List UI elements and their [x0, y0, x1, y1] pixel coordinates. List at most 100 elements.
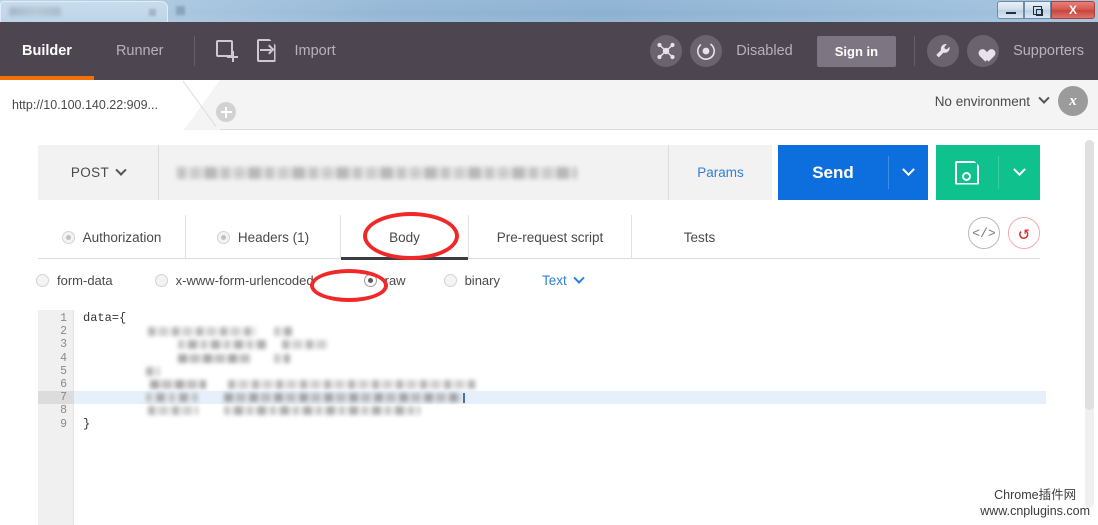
header-divider	[193, 36, 195, 66]
request-builder-pane: POST Params Send Authorization Headers (…	[0, 130, 1098, 525]
http-method-selector[interactable]: POST	[38, 145, 158, 200]
tab-headers[interactable]: Headers (1)	[186, 215, 341, 259]
import-icon	[256, 39, 277, 63]
chevron-down-icon	[573, 272, 585, 284]
background-tab-title-blurred	[9, 7, 61, 16]
environment-selector[interactable]: No environment	[935, 94, 1030, 109]
sync-status-button[interactable]	[690, 35, 723, 67]
line-text: data={	[83, 311, 127, 325]
vertical-scrollbar-track[interactable]	[1085, 140, 1094, 508]
import-label[interactable]: Import	[295, 43, 336, 59]
editor-line[interactable]: 2	[38, 325, 1046, 338]
app-header: Builder Runner Import Disabled Sign in S…	[0, 22, 1098, 80]
line-number: 4	[60, 351, 67, 365]
body-format-label: Text	[542, 273, 567, 288]
minimize-button[interactable]	[997, 1, 1024, 19]
line-text-blurred	[178, 353, 250, 363]
line-number: 7	[38, 391, 74, 405]
line-text-blurred	[178, 340, 266, 350]
tab-authorization[interactable]: Authorization	[38, 215, 186, 259]
header-tab-builder[interactable]: Builder	[0, 22, 94, 80]
new-request-button[interactable]	[209, 33, 245, 69]
watermark-line-1: Chrome插件网	[994, 488, 1077, 502]
os-title-bar: X	[0, 0, 1098, 22]
line-text-blurred	[146, 366, 160, 376]
new-request-icon	[215, 40, 238, 62]
editor-line[interactable]: 8	[38, 404, 1046, 417]
reset-button[interactable]: ↺	[1008, 217, 1040, 249]
environment-quick-look-button[interactable]: x	[1058, 86, 1088, 116]
body-type-form-data[interactable]: form-data	[36, 273, 113, 288]
body-type-raw[interactable]: raw	[363, 273, 406, 288]
settings-wrench-button[interactable]	[927, 35, 960, 67]
header-tab-runner-label: Runner	[115, 43, 164, 59]
line-text-blurred	[148, 406, 198, 416]
eye-icon: x	[1069, 92, 1077, 109]
editor-line-active[interactable]: 7	[38, 391, 1046, 405]
request-tab-slant	[184, 80, 220, 130]
request-tab-active[interactable]: http://10.100.140.22:909...	[0, 80, 184, 130]
header-tab-runner[interactable]: Runner	[94, 22, 186, 80]
editor-line[interactable]: 6	[38, 378, 1046, 391]
line-text-blurred	[282, 340, 328, 350]
body-type-form-data-label: form-data	[57, 273, 113, 288]
code-button[interactable]: </>	[968, 217, 1000, 249]
tab-pre-request-script[interactable]: Pre-request script	[469, 215, 632, 259]
request-section-tabs: Authorization Headers (1) Body Pre-reque…	[38, 215, 1040, 260]
sign-in-button[interactable]: Sign in	[816, 35, 897, 67]
editor-line[interactable]: 3	[38, 338, 1046, 351]
editor-line[interactable]: 5	[38, 365, 1046, 378]
network-button[interactable]	[650, 35, 683, 67]
save-options-button[interactable]	[998, 145, 1040, 200]
editor-line[interactable]: 4	[38, 352, 1046, 365]
chevron-down-icon[interactable]	[1038, 92, 1050, 104]
url-bar-row: POST Params Send	[38, 145, 1040, 200]
background-tab-close-icon	[149, 9, 156, 16]
wrench-icon	[935, 43, 950, 57]
tab-body[interactable]: Body	[341, 215, 469, 260]
window-controls: X	[997, 1, 1095, 19]
import-button[interactable]	[249, 33, 285, 69]
send-options-button[interactable]	[888, 145, 928, 200]
sync-icon	[697, 42, 716, 60]
line-text-blurred	[224, 393, 462, 403]
supporters-heart-button[interactable]	[967, 35, 1000, 67]
line-text-blurred	[148, 327, 256, 337]
save-button[interactable]	[936, 145, 998, 200]
line-text: }	[83, 416, 91, 431]
tab-authorization-label: Authorization	[82, 229, 162, 245]
radio-icon	[216, 230, 230, 244]
body-type-binary[interactable]: binary	[443, 273, 500, 288]
restore-icon	[1033, 5, 1043, 16]
line-text-blurred	[224, 406, 420, 416]
body-type-binary-label: binary	[464, 273, 500, 288]
radio-icon	[154, 274, 168, 287]
editor-line[interactable]: 9 }	[38, 416, 1046, 431]
reset-icon: ↺	[1018, 222, 1030, 245]
send-button[interactable]: Send	[778, 145, 888, 200]
body-type-urlencoded[interactable]: x-www-form-urlencoded	[154, 273, 314, 288]
line-number: 9	[60, 417, 67, 431]
add-request-tab-button[interactable]	[216, 102, 236, 122]
minimize-icon	[1005, 12, 1016, 14]
body-type-options: form-data x-www-form-urlencoded raw bina…	[36, 272, 585, 288]
text-cursor	[463, 393, 465, 404]
params-button[interactable]: Params	[668, 145, 772, 200]
restore-button[interactable]	[1024, 1, 1051, 19]
close-button[interactable]: X	[1051, 1, 1095, 19]
supporters-label[interactable]: Supporters	[1013, 43, 1084, 59]
raw-body-editor[interactable]: 1 data={ 2 3 4 5 6 7 8 9}	[38, 310, 1046, 525]
tab-tests[interactable]: Tests	[632, 215, 767, 259]
editor-line[interactable]: 1 data={	[38, 311, 1046, 325]
vertical-scrollbar-thumb[interactable]	[1085, 140, 1094, 410]
watermark-line-2: www.cnplugins.com	[980, 504, 1090, 518]
chevron-down-icon	[901, 163, 915, 177]
body-format-selector[interactable]: Text	[542, 272, 585, 288]
line-number: 6	[60, 377, 67, 391]
save-floppy-icon	[955, 160, 979, 185]
header-divider-2	[914, 36, 916, 66]
line-text-blurred	[274, 327, 292, 337]
tab-tests-label: Tests	[683, 229, 716, 245]
url-input[interactable]	[158, 145, 668, 200]
line-number: 1	[60, 312, 67, 325]
